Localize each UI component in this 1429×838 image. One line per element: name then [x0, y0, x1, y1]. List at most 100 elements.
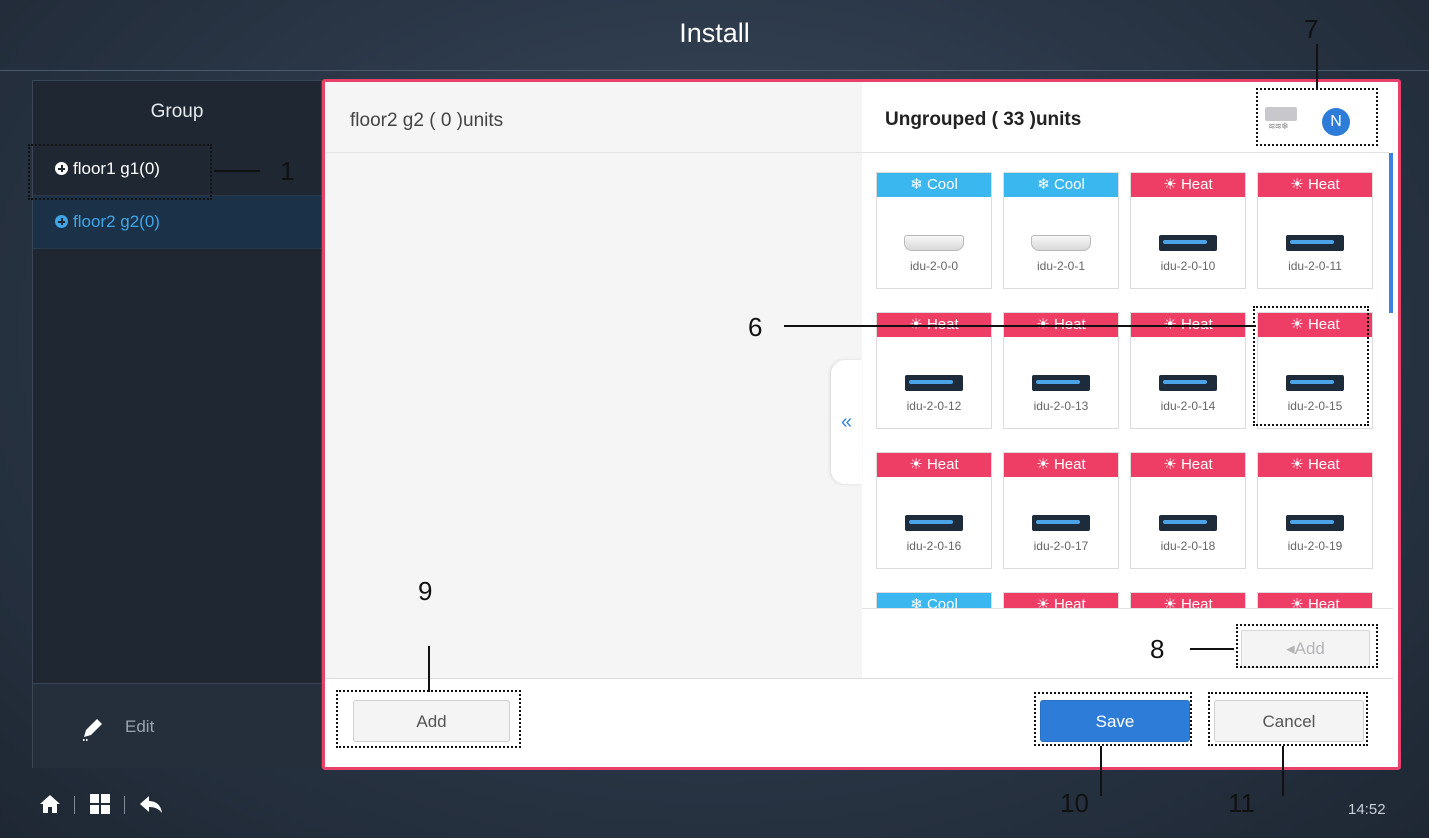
unit-card[interactable]: ☀ Heat — [1003, 592, 1119, 608]
divider — [325, 152, 862, 153]
wall-unit-icon — [1004, 235, 1118, 256]
sun-icon: ☀ — [1036, 596, 1054, 608]
callout-line-6 — [784, 325, 1256, 327]
unit-name: idu-2-0-10 — [1160, 259, 1216, 273]
snowflake-icon: ❄ — [1037, 176, 1054, 193]
heat-mode-badge: ☀ Heat — [1131, 593, 1245, 608]
scrollbar[interactable] — [1389, 153, 1393, 313]
mode-label: Heat — [1307, 176, 1340, 193]
divider — [325, 678, 1393, 679]
cool-mode-badge: ❄ Cool — [877, 173, 991, 197]
unit-card[interactable]: ❄ Cool idu-2-0-0 — [876, 172, 992, 289]
unit-card[interactable]: ☀ Heat — [1257, 592, 1373, 608]
callout-line-9 — [428, 646, 430, 692]
unit-name: idu-2-0-1 — [1036, 259, 1086, 273]
unit-name: idu-2-0-0 — [909, 259, 959, 273]
mode-label: Cool — [926, 176, 958, 193]
duct-unit-icon — [1258, 235, 1372, 256]
callout-box-1 — [28, 144, 212, 200]
unit-card[interactable]: ☀ Heat — [1130, 592, 1246, 608]
divider — [74, 796, 75, 814]
sun-icon: ☀ — [1163, 176, 1181, 193]
mode-label: Cool — [1053, 176, 1085, 193]
callout-box-11 — [1208, 692, 1368, 746]
heat-mode-badge: ☀ Heat — [1131, 173, 1245, 197]
heat-mode-badge: ☀ Heat — [1258, 173, 1372, 197]
mode-label: Heat — [1180, 456, 1213, 473]
callout-1: 1 — [280, 156, 295, 186]
unit-card[interactable]: ☀ Heatidu-2-0-12 — [876, 312, 992, 429]
title-bar: Install — [0, 0, 1429, 71]
unit-name: idu-2-0-18 — [1160, 539, 1216, 553]
callout-box-10 — [1034, 692, 1192, 746]
callout-7: 7 — [1304, 14, 1319, 44]
heat-mode-badge: ☀ Heat — [1004, 593, 1118, 608]
unit-card[interactable]: ❄ Cool idu-2-0-1 — [1003, 172, 1119, 289]
duct-unit-icon — [1131, 515, 1245, 536]
cool-mode-badge: ❄ Cool — [877, 593, 991, 608]
unit-card[interactable]: ☀ Heat idu-2-0-19 — [1257, 452, 1373, 569]
unit-name: idu-2-0-16 — [906, 539, 962, 553]
unit-name: idu-2-0-17 — [1033, 539, 1089, 553]
clock: 14:52 — [1348, 801, 1386, 818]
mode-label: Cool — [926, 596, 958, 608]
snowflake-icon: ❄ — [910, 596, 927, 608]
callout-line-10 — [1100, 746, 1102, 796]
callout-9: 9 — [418, 576, 433, 606]
callout-8: 8 — [1150, 634, 1165, 664]
callout-box-7 — [1256, 88, 1378, 146]
unit-card[interactable]: ☀ Heatidu-2-0-14 — [1130, 312, 1246, 429]
sun-icon: ☀ — [1163, 456, 1181, 473]
edit-button[interactable]: Edit — [33, 683, 321, 768]
heat-mode-badge: ☀ Heat — [1004, 453, 1118, 477]
sun-icon: ☀ — [1163, 596, 1181, 608]
duct-unit-icon — [877, 375, 991, 396]
sun-icon: ☀ — [909, 456, 927, 473]
edit-label: Edit — [125, 717, 155, 736]
unit-card[interactable]: ☀ Heat idu-2-0-16 — [876, 452, 992, 569]
duct-unit-icon — [877, 515, 991, 536]
duct-unit-icon — [1131, 375, 1245, 396]
unit-card[interactable]: ❄ Cool — [876, 592, 992, 608]
unit-card[interactable]: ☀ Heat idu-2-0-11 — [1257, 172, 1373, 289]
cool-mode-badge: ❄ Cool — [1004, 173, 1118, 197]
mode-label: Heat — [926, 456, 959, 473]
sun-icon: ☀ — [1290, 456, 1308, 473]
wall-unit-icon — [877, 235, 991, 256]
sidebar-item-floor2-g2[interactable]: floor2 g2(0) — [33, 196, 321, 249]
sidebar-heading: Group — [150, 101, 204, 122]
heat-mode-badge: ☀ Heat — [1131, 453, 1245, 477]
mode-label: Heat — [1307, 596, 1340, 608]
group-units-pane: floor2 g2 ( 0 )units « — [325, 82, 862, 678]
snowflake-icon: ❄ — [910, 176, 927, 193]
divider — [124, 796, 125, 814]
sun-icon: ☀ — [1290, 176, 1308, 193]
mode-label: Heat — [1180, 176, 1213, 193]
add-circle-icon — [55, 215, 68, 228]
duct-unit-icon — [1258, 515, 1372, 536]
mode-label: Heat — [1307, 456, 1340, 473]
page-title: Install — [679, 18, 750, 48]
back-icon[interactable] — [138, 792, 164, 816]
group-units-title: floor2 g2 ( 0 )units — [350, 110, 504, 131]
mode-label: Heat — [1053, 596, 1086, 608]
callout-6: 6 — [748, 312, 763, 342]
apps-grid-icon[interactable] — [88, 792, 112, 816]
mode-label: Heat — [1180, 596, 1213, 608]
callout-line-8 — [1190, 648, 1234, 650]
callout-line-1 — [214, 170, 260, 172]
unit-card[interactable]: ☀ Heat idu-2-0-18 — [1130, 452, 1246, 569]
callout-box-6 — [1253, 306, 1369, 426]
callout-11: 11 — [1228, 788, 1255, 818]
unit-card[interactable]: ☀ Heatidu-2-0-13 — [1003, 312, 1119, 429]
unit-card[interactable]: ☀ Heat idu-2-0-10 — [1130, 172, 1246, 289]
sun-icon: ☀ — [1036, 456, 1054, 473]
sun-icon: ☀ — [1290, 596, 1308, 608]
unit-name: idu-2-0-11 — [1288, 259, 1342, 273]
callout-10: 10 — [1060, 788, 1089, 818]
collapse-tab[interactable]: « — [831, 360, 862, 484]
callout-line-11 — [1282, 746, 1284, 796]
heat-mode-badge: ☀ Heat — [1258, 453, 1372, 477]
unit-card[interactable]: ☀ Heat idu-2-0-17 — [1003, 452, 1119, 569]
home-icon[interactable] — [38, 792, 62, 816]
